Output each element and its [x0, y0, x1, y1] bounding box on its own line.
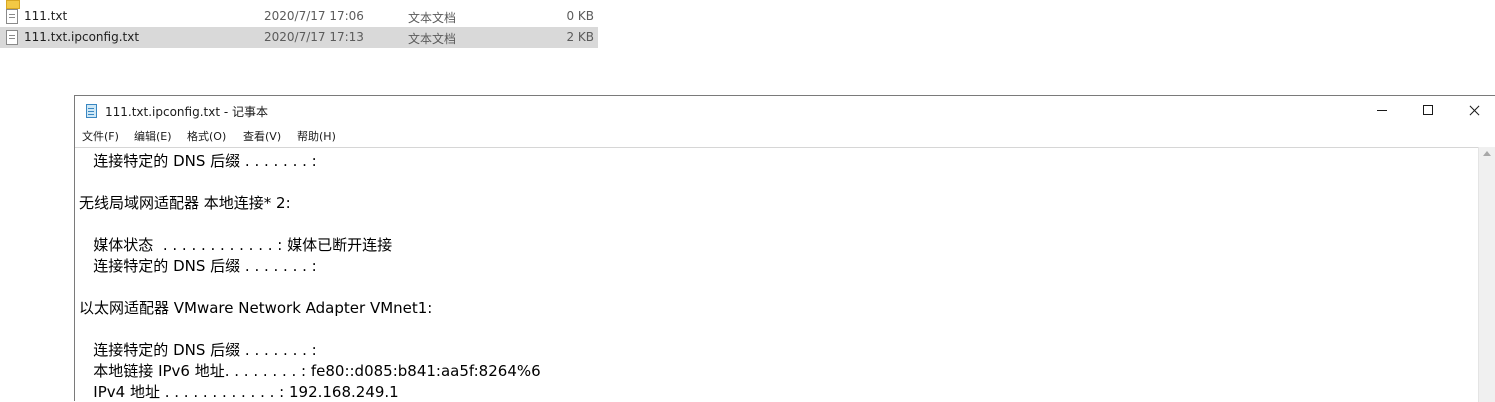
notepad-icon[interactable]: [86, 104, 97, 118]
minimize-button[interactable]: [1359, 96, 1405, 126]
title-bar[interactable]: 111.txt.ipconfig.txt - 记事本: [75, 96, 1495, 126]
menu-file[interactable]: 文件(F): [82, 128, 119, 144]
file-name: 111.txt: [24, 9, 68, 23]
menu-edit[interactable]: 编辑(E): [134, 128, 172, 144]
vertical-scrollbar[interactable]: [1478, 147, 1495, 402]
text-line: 以太网适配器 VMware Network Adapter VMnet1:: [79, 299, 433, 317]
text-line: IPv4 地址 . . . . . . . . . . . . : 192.16…: [79, 383, 399, 401]
text-line: 本地链接 IPv6 地址. . . . . . . . : fe80::d085…: [79, 362, 541, 380]
file-row-selected[interactable]: 111.txt.ipconfig.txt 2020/7/17 17:13 文本文…: [0, 27, 598, 48]
file-name: 111.txt.ipconfig.txt: [24, 30, 140, 44]
menu-bar: 文件(F) 编辑(E) 格式(O) 查看(V) 帮助(H): [75, 126, 1495, 146]
text-line: 无线局域网适配器 本地连接* 2:: [79, 194, 291, 212]
text-line: 连接特定的 DNS 后缀 . . . . . . . :: [79, 257, 317, 275]
file-row[interactable]: 111.txt 2020/7/17 17:06 文本文档 0 KB: [0, 6, 598, 27]
text-editor[interactable]: 连接特定的 DNS 后缀 . . . . . . . : 无线局域网适配器 本地…: [75, 147, 1478, 402]
file-modified-date: 2020/7/17 17:13: [264, 30, 364, 44]
file-size: 2 KB: [566, 30, 594, 44]
text-line: 连接特定的 DNS 后缀 . . . . . . . :: [79, 341, 317, 359]
maximize-button[interactable]: [1405, 96, 1451, 126]
file-type: 文本文档: [408, 11, 457, 25]
menu-format[interactable]: 格式(O): [187, 128, 226, 144]
text-file-icon: [6, 30, 18, 45]
text-file-icon: [6, 9, 18, 24]
file-size: 0 KB: [566, 9, 594, 23]
text-line: 媒体状态 . . . . . . . . . . . . : 媒体已断开连接: [79, 236, 393, 254]
text-line: 连接特定的 DNS 后缀 . . . . . . . :: [79, 152, 317, 170]
menu-view[interactable]: 查看(V): [243, 128, 281, 144]
scroll-up-arrow-icon[interactable]: [1483, 151, 1491, 156]
file-explorer-list: 111.txt 2020/7/17 17:06 文本文档 0 KB 111.tx…: [0, 0, 598, 50]
file-type: 文本文档: [408, 32, 457, 46]
notepad-window: 111.txt.ipconfig.txt - 记事本 文件(F) 编辑(E) 格…: [74, 95, 1495, 402]
close-button[interactable]: [1451, 96, 1495, 126]
window-title: 111.txt.ipconfig.txt - 记事本: [105, 105, 269, 119]
menu-help[interactable]: 帮助(H): [297, 128, 336, 144]
file-modified-date: 2020/7/17 17:06: [264, 9, 364, 23]
